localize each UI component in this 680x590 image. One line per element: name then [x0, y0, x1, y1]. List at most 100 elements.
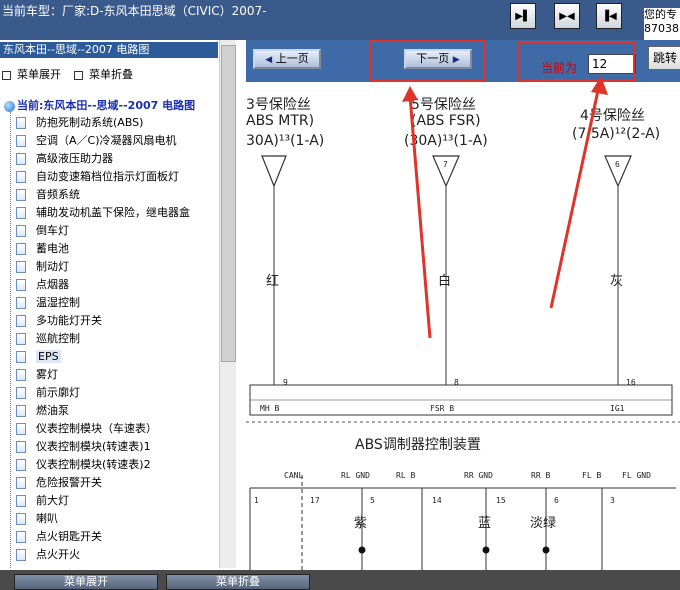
sidebar-item[interactable]: EPS — [16, 348, 61, 366]
collapse-icon — [74, 70, 83, 80]
sidebar-item-label: 前示廓灯 — [36, 386, 80, 399]
sidebar-item-label: 高级液压助力器 — [36, 152, 113, 165]
sidebar-item-label: 温湿控制 — [36, 296, 80, 309]
document-icon — [16, 513, 26, 525]
sidebar-item[interactable]: 自动变速箱档位指示灯面板灯 — [16, 168, 179, 186]
document-icon — [16, 225, 26, 237]
document-icon — [16, 351, 26, 363]
sidebar-item-label: 喇叭 — [36, 512, 58, 525]
globe-icon — [4, 100, 15, 112]
sidebar-item-label: 燃油泵 — [36, 404, 69, 417]
bottom-expand-button[interactable]: 菜单展开 — [14, 574, 158, 590]
sidebar-item[interactable]: 雾灯 — [16, 366, 58, 384]
document-icon — [16, 135, 26, 147]
document-icon — [16, 171, 26, 183]
sidebar-item[interactable]: 巡航控制 — [16, 330, 80, 348]
vehicle-title: 当前车型：厂家:D-东风本田思域（CIVIC）2007- — [2, 4, 267, 18]
sidebar-item[interactable]: 燃油泵 — [16, 402, 69, 420]
sidebar-item-label: 仪表控制模块(转速表)1 — [36, 440, 151, 453]
sidebar-item[interactable]: 温湿控制 — [16, 294, 80, 312]
sidebar-item[interactable]: 倒车灯 — [16, 222, 69, 240]
bottom-collapse-button[interactable]: 菜单折叠 — [166, 574, 310, 590]
sidebar-item[interactable]: 仪表控制模块（车速表） — [16, 420, 157, 438]
sidebar-item-label: EPS — [36, 350, 61, 363]
document-icon — [16, 459, 26, 471]
prev-view-button[interactable]: ▐◀ — [596, 3, 622, 29]
sidebar-item[interactable]: 多功能灯开关 — [16, 312, 102, 330]
arrowhead-icon — [402, 86, 418, 102]
document-icon — [16, 333, 26, 345]
document-icon — [16, 549, 26, 561]
document-icon — [16, 369, 26, 381]
sidebar-item-label: 前大灯 — [36, 494, 69, 507]
sidebar-item[interactable]: 点火开火 — [16, 546, 80, 564]
sidebar-item-label: 辅助发动机盖下保险，继电器盒 — [36, 206, 190, 219]
sidebar-item-label: 倒车灯 — [36, 224, 69, 237]
document-icon — [16, 117, 26, 129]
document-icon — [16, 387, 26, 399]
sidebar-item[interactable]: 前大灯 — [16, 492, 69, 510]
sidebar-item[interactable]: 仪表控制模块(转速表)2 — [16, 456, 151, 474]
sidebar-item-label: 仪表控制模块(转速表)2 — [36, 458, 151, 471]
sidebar-item-label: 仪表控制模块（车速表） — [36, 422, 157, 435]
sidebar-scrollbar[interactable] — [219, 40, 236, 568]
document-icon — [16, 441, 26, 453]
document-icon — [16, 207, 26, 219]
arrows-expand-icon: ▶◀ — [559, 10, 575, 22]
sidebar-item-label: 雾灯 — [36, 368, 58, 381]
fit-view-button[interactable]: ▶◀ — [554, 3, 580, 29]
document-icon — [16, 153, 26, 165]
document-icon — [16, 495, 26, 507]
annotation-arrow — [549, 85, 601, 309]
sidebar-title[interactable]: 东风本田--思域--2007 电路图 — [0, 42, 218, 58]
sidebar-item[interactable]: 点火钥匙开关 — [16, 528, 102, 546]
sidebar-item[interactable]: 点烟器 — [16, 276, 69, 294]
document-icon — [16, 297, 26, 309]
sidebar-item[interactable]: 前示廓灯 — [16, 384, 80, 402]
sidebar-item-label: 防抱死制动系统(ABS) — [36, 116, 144, 129]
sidebar-item-label: 巡航控制 — [36, 332, 80, 345]
document-icon — [16, 261, 26, 273]
tree-guide-line — [10, 112, 11, 568]
sidebar-item-label: 点烟器 — [36, 278, 69, 291]
sidebar-item[interactable]: 防抱死制动系统(ABS) — [16, 114, 143, 132]
arrowhead-icon — [591, 76, 608, 95]
sidebar-item[interactable]: 音频系统 — [16, 186, 80, 204]
header-bar: 当前车型：厂家:D-东风本田思域（CIVIC）2007- ▶▌ ▶◀ ▐◀ 您的… — [0, 0, 680, 40]
sidebar-item[interactable]: 危险报警开关 — [16, 474, 102, 492]
sidebar-item[interactable]: 辅助发动机盖下保险，继电器盒 — [16, 204, 190, 222]
scrollbar-thumb[interactable] — [221, 45, 236, 362]
document-icon — [16, 405, 26, 417]
sidebar-item[interactable]: 高级液压助力器 — [16, 150, 113, 168]
document-icon — [16, 423, 26, 435]
menu-collapse-link[interactable]: 菜单折叠 — [74, 66, 133, 82]
next-view-button[interactable]: ▶▌ — [510, 3, 536, 29]
user-info: 您的专 87038 — [644, 8, 680, 40]
expand-icon — [2, 70, 11, 80]
bottom-bar: 菜单展开 菜单折叠 — [0, 570, 680, 590]
sidebar-item[interactable]: 制动灯 — [16, 258, 69, 276]
current-node[interactable]: 当前:东风本田--思域--2007 电路图 — [4, 97, 195, 113]
document-icon — [16, 189, 26, 201]
sidebar-item-label: 点火钥匙开关 — [36, 530, 102, 543]
document-icon — [16, 315, 26, 327]
sidebar-item[interactable]: 空调（A／C)冷凝器风扇电机 — [16, 132, 177, 150]
sidebar: 东风本田--思域--2007 电路图 菜单展开 菜单折叠 当前:东风本田--思域… — [0, 40, 238, 568]
annotation-arrow — [408, 95, 432, 339]
sidebar-item-label: 多功能灯开关 — [36, 314, 102, 327]
sidebar-item-label: 点火开火 — [36, 548, 80, 561]
sidebar-item[interactable]: 仪表控制模块(转速表)1 — [16, 438, 151, 456]
menu-expand-link[interactable]: 菜单展开 — [2, 66, 61, 82]
document-icon — [16, 243, 26, 255]
arrow-right-icon: ▶▌ — [515, 10, 531, 22]
sidebar-item[interactable]: 蓄电池 — [16, 240, 69, 258]
diagram-viewer: 3号保险丝 ABS MTR) 30A)¹³(1-A) 红 9 MH B 5号保险… — [246, 40, 680, 570]
sidebar-item[interactable]: 喇叭 — [16, 510, 58, 528]
document-icon — [16, 531, 26, 543]
sidebar-item-label: 蓄电池 — [36, 242, 69, 255]
sidebar-item-label: 空调（A／C)冷凝器风扇电机 — [36, 134, 177, 147]
document-icon — [16, 279, 26, 291]
document-icon — [16, 477, 26, 489]
sidebar-item-label: 制动灯 — [36, 260, 69, 273]
annotation-arrows — [402, 76, 608, 339]
